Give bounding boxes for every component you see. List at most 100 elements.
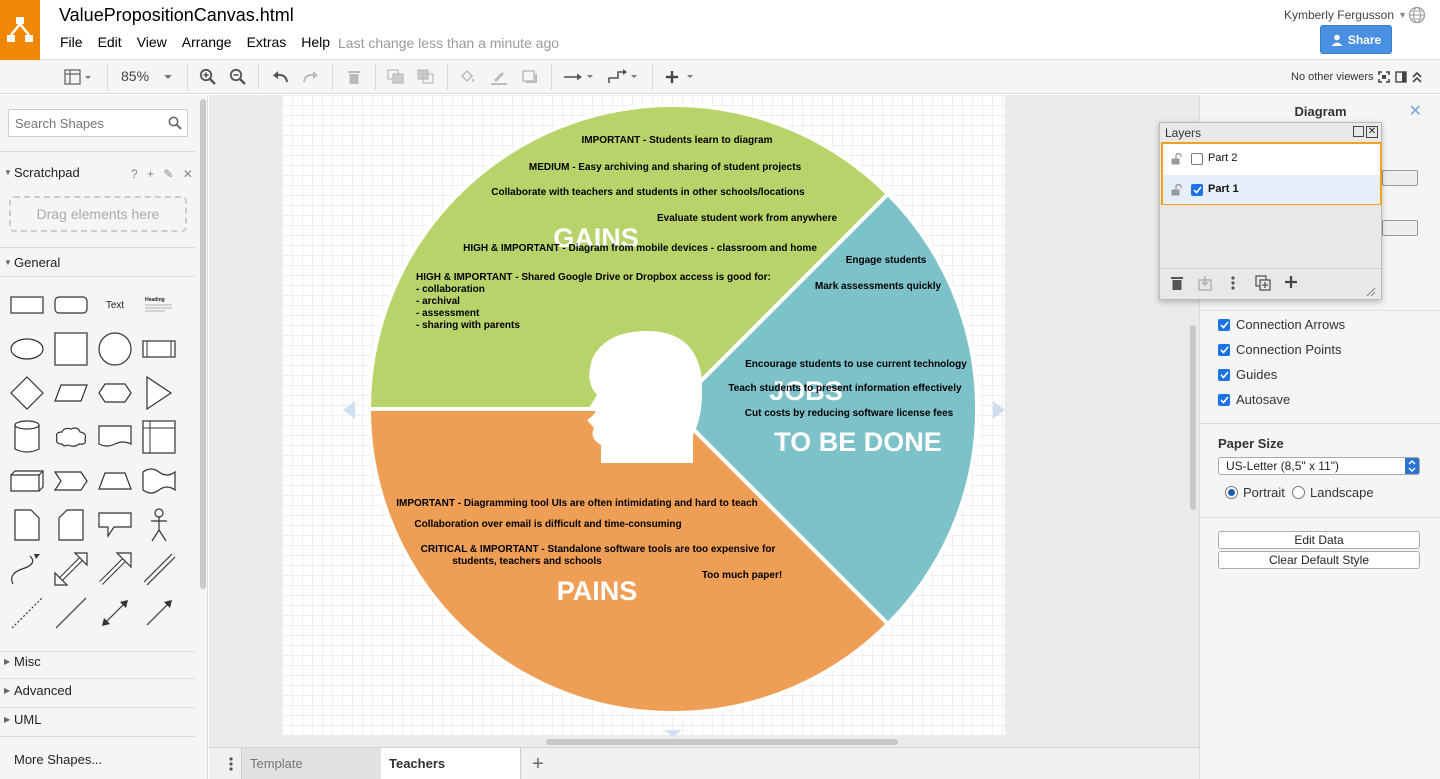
gains-item[interactable]: - sharing with parents [416, 320, 520, 331]
shape-bidirectional-arrow[interactable] [51, 549, 91, 589]
format-panel-toggle[interactable] [1394, 66, 1408, 88]
tab-template[interactable]: Template [241, 748, 385, 779]
shape-ellipse[interactable] [7, 329, 47, 369]
resize-handle-icon[interactable] [1366, 287, 1376, 297]
fullscreen-button[interactable] [1377, 66, 1391, 88]
shape-parallelogram[interactable] [51, 373, 91, 413]
edit-data-button[interactable]: Edit Data [1218, 531, 1420, 549]
line-color-button[interactable] [489, 66, 509, 88]
gains-item[interactable]: - collaboration [416, 284, 485, 295]
file-title[interactable]: ValuePropositionCanvas.html [59, 5, 294, 26]
zoom-level[interactable]: 85% [121, 68, 149, 84]
undo-button[interactable] [270, 66, 290, 88]
close-icon[interactable]: ✕ [1366, 126, 1378, 138]
shape-textbox[interactable]: Heading [139, 285, 179, 325]
option-connection-points[interactable]: Connection Points [1218, 342, 1342, 357]
connection-style-button[interactable] [562, 66, 598, 88]
shape-curve[interactable] [7, 549, 47, 589]
user-name[interactable]: Kymberly Fergusson [1284, 8, 1394, 22]
shape-trapezoid[interactable] [95, 461, 135, 501]
shape-link[interactable] [139, 549, 179, 589]
right-arrow-icon[interactable] [993, 401, 1005, 419]
collapse-button[interactable] [1410, 66, 1424, 88]
jobs-item[interactable]: Cut costs by reducing software license f… [745, 408, 954, 419]
jobs-item[interactable]: Mark assessments quickly [815, 281, 942, 292]
menu-extras[interactable]: Extras [247, 34, 287, 50]
shape-rectangle[interactable] [7, 285, 47, 325]
orientation-landscape[interactable]: Landscape [1292, 485, 1374, 500]
tab-teachers[interactable]: Teachers [381, 748, 521, 779]
shape-cylinder[interactable] [7, 417, 47, 457]
shape-cloud[interactable] [51, 417, 91, 457]
plus-icon[interactable] [1284, 275, 1298, 289]
shape-triangle[interactable] [139, 373, 179, 413]
jobs-item[interactable]: Encourage students to use current techno… [745, 359, 967, 370]
shape-dashed-line[interactable] [7, 593, 47, 633]
shape-callout[interactable] [95, 505, 135, 545]
layer-visibility-checkbox[interactable] [1191, 153, 1203, 165]
shape-directional-connector[interactable] [139, 593, 179, 633]
value-proposition-diagram[interactable]: GAINS JOBS TO BE DONE PAINS IMPORTANT - … [209, 95, 1199, 747]
menu-file[interactable]: File [60, 34, 83, 50]
checkbox-checked-icon[interactable] [1218, 343, 1230, 356]
menu-edit[interactable]: Edit [98, 34, 122, 50]
layer-row-part-1[interactable]: Part 1 [1163, 175, 1380, 204]
globe-icon[interactable] [1408, 6, 1426, 24]
share-button[interactable]: Share [1320, 25, 1392, 54]
shape-bidirectional-connector[interactable] [95, 593, 135, 633]
shape-step[interactable] [51, 461, 91, 501]
waypoints-button[interactable] [606, 66, 642, 88]
zoom-out-button[interactable] [228, 66, 248, 88]
sidebar-scroll-thumb[interactable] [200, 99, 206, 589]
search-input[interactable] [15, 116, 165, 131]
shape-internal-storage[interactable] [139, 417, 179, 457]
section-general[interactable]: ▼ General [0, 252, 196, 274]
pains-item[interactable]: CRITICAL & IMPORTANT - Standalone softwa… [421, 544, 776, 555]
shadow-button[interactable] [520, 66, 540, 88]
pains-item[interactable]: Too much paper! [702, 570, 782, 581]
jobs-item[interactable]: Engage students [846, 255, 927, 266]
pages-menu-button[interactable] [219, 754, 243, 774]
duplicate-icon[interactable] [1255, 275, 1271, 291]
more-vertical-icon[interactable] [1228, 275, 1238, 291]
layer-row-part-2[interactable]: Part 2 [1163, 144, 1380, 173]
section-uml[interactable]: ▶ UML [0, 709, 196, 731]
shape-actor[interactable] [139, 505, 179, 545]
paper-size-select[interactable]: US-Letter (8,5" x 11") [1218, 457, 1420, 475]
pains-item[interactable]: students, teachers and schools [452, 556, 602, 567]
option-connection-arrows[interactable]: Connection Arrows [1218, 317, 1345, 332]
jobs-item[interactable]: Teach students to present information ef… [728, 383, 962, 394]
scratchpad-tools[interactable]: ? + ✎ ✕ [131, 167, 196, 181]
move-selection-icon[interactable] [1198, 275, 1212, 291]
fill-color-button[interactable] [458, 66, 478, 88]
background-color-swatch[interactable] [1382, 170, 1418, 186]
radio-selected-icon[interactable] [1225, 486, 1238, 499]
shape-line[interactable] [51, 593, 91, 633]
option-guides[interactable]: Guides [1218, 367, 1277, 382]
shape-arrow[interactable] [95, 549, 135, 589]
shape-cube[interactable] [7, 461, 47, 501]
orientation-portrait[interactable]: Portrait [1225, 485, 1285, 500]
layer-name[interactable]: Part 2 [1208, 152, 1237, 164]
unlock-icon[interactable] [1171, 153, 1182, 165]
down-arrow-icon[interactable] [664, 730, 682, 737]
canvas-horizontal-scrollbar[interactable] [546, 739, 898, 745]
clear-default-style-button[interactable]: Clear Default Style [1218, 551, 1420, 569]
section-advanced[interactable]: ▶ Advanced [0, 680, 196, 702]
view-panels-button[interactable] [60, 66, 96, 88]
checkbox-checked-icon[interactable] [1218, 318, 1230, 331]
shape-note[interactable] [7, 505, 47, 545]
sidebar-scrollbar[interactable] [199, 95, 207, 595]
gains-item[interactable]: HIGH & IMPORTANT - Diagram from mobile d… [463, 243, 817, 254]
option-autosave[interactable]: Autosave [1218, 392, 1290, 407]
menu-view[interactable]: View [137, 34, 167, 50]
section-misc[interactable]: ▶ Misc [0, 651, 196, 673]
redo-button[interactable] [301, 66, 321, 88]
shape-diamond[interactable] [7, 373, 47, 413]
minimize-icon[interactable] [1353, 126, 1364, 137]
more-shapes-button[interactable]: More Shapes... [14, 752, 102, 767]
insert-button[interactable] [664, 66, 698, 88]
shape-process[interactable] [139, 329, 179, 369]
zoom-in-button[interactable] [198, 66, 218, 88]
search-icon[interactable] [168, 116, 182, 130]
